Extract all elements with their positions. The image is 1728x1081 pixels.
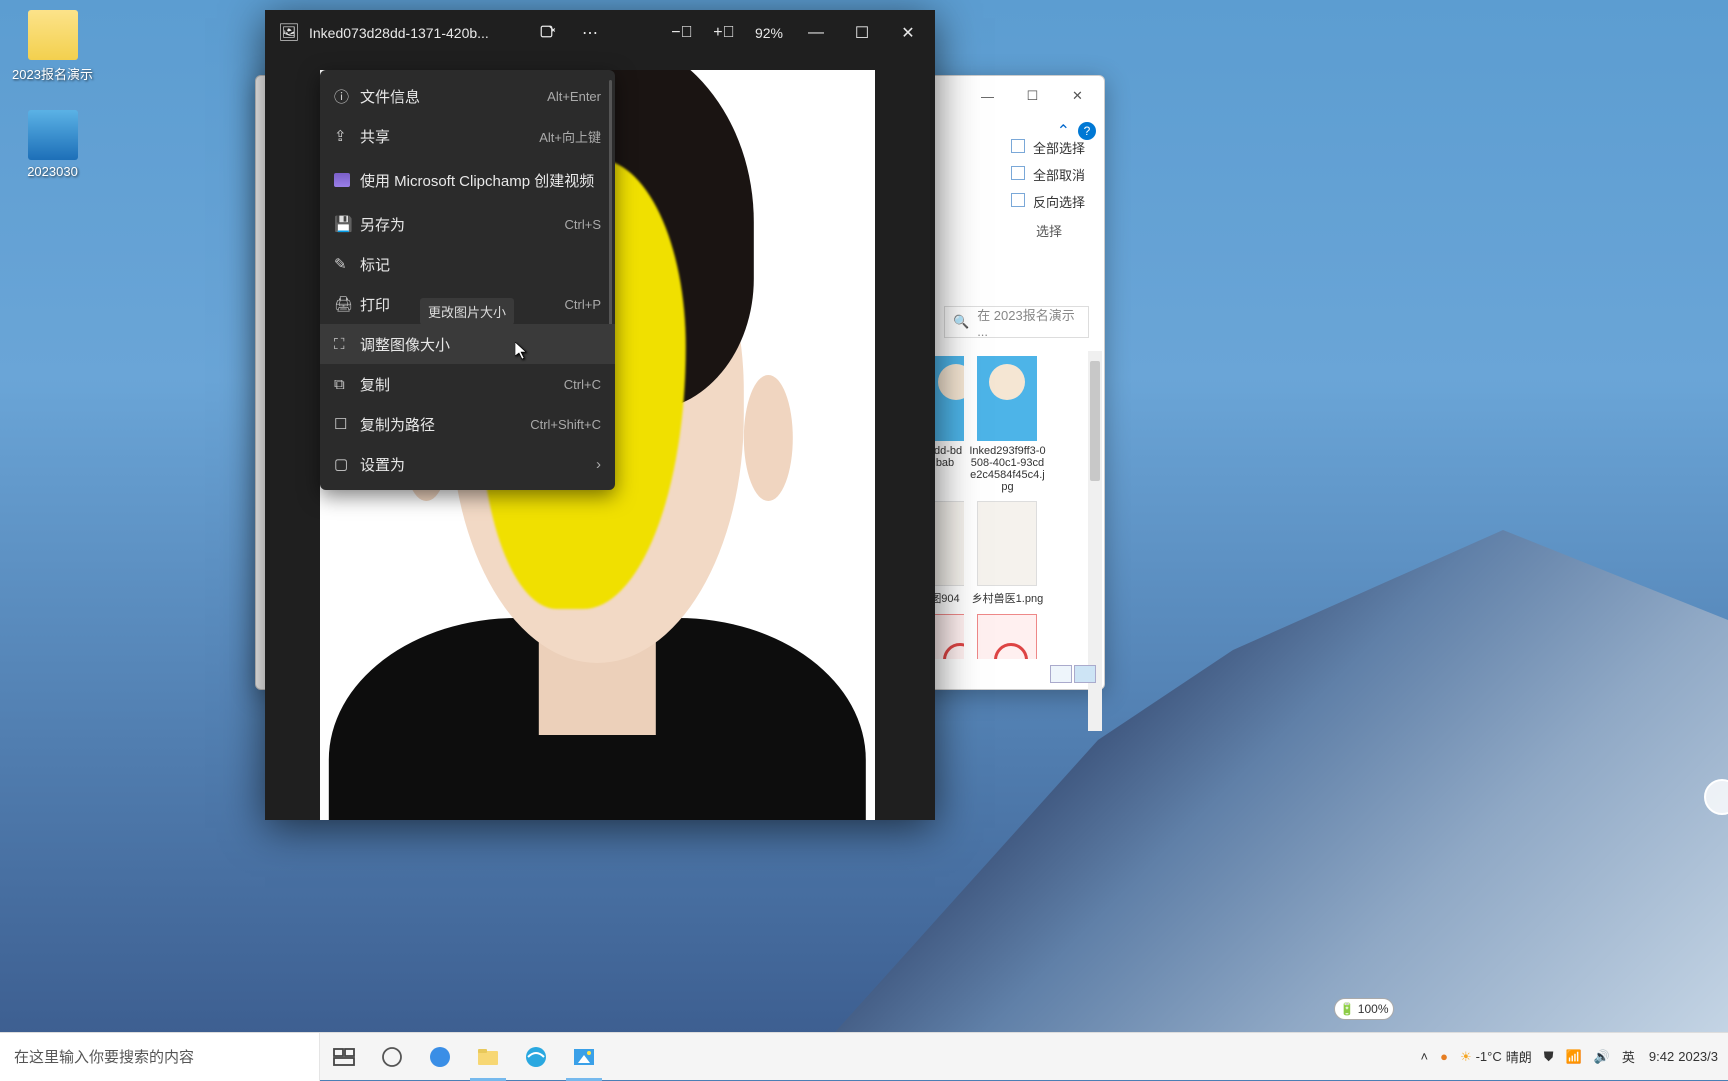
menu-file-info[interactable]: ⓘ 文件信息 Alt+Enter bbox=[320, 76, 615, 116]
menu-clipchamp[interactable]: 使用 Microsoft Clipchamp 创建视频 bbox=[320, 156, 615, 204]
desktop-icon-label: 2023报名演示 bbox=[5, 64, 100, 83]
menu-save-as[interactable]: 💾 另存为 Ctrl+S bbox=[320, 204, 615, 244]
deselect-icon bbox=[1011, 166, 1025, 180]
file-name: 乡村兽医1.png bbox=[968, 590, 1046, 606]
taskbar-browser-icon[interactable] bbox=[512, 1033, 560, 1081]
tray-chevron-icon[interactable]: ˄ bbox=[1414, 1033, 1434, 1080]
menu-share[interactable]: ⇪ 共享 Alt+向上键 bbox=[320, 116, 615, 156]
date: 2023/3 bbox=[1678, 1049, 1718, 1065]
save-icon: 💾 bbox=[334, 215, 360, 233]
image-thumbnail bbox=[977, 614, 1037, 659]
more-menu: ⓘ 文件信息 Alt+Enter ⇪ 共享 Alt+向上键 使用 Microso… bbox=[320, 70, 615, 490]
zoom-level: 92% bbox=[745, 25, 793, 41]
taskbar-edge-icon[interactable] bbox=[416, 1033, 464, 1081]
more-button[interactable]: ⋯ bbox=[569, 17, 611, 49]
tray-wifi-icon[interactable]: 📶 bbox=[1560, 1033, 1588, 1080]
task-icons bbox=[320, 1033, 608, 1080]
weather-widget[interactable]: ☀ -1°C 晴朗 bbox=[1454, 1033, 1538, 1080]
battery-badge: 🔋 100% bbox=[1334, 998, 1394, 1020]
minimize-button[interactable]: — bbox=[793, 17, 839, 49]
folder-icon bbox=[28, 10, 78, 60]
minimize-button[interactable]: — bbox=[965, 81, 1010, 111]
close-button[interactable]: ✕ bbox=[885, 17, 931, 49]
chevron-right-icon: › bbox=[596, 456, 601, 473]
share-icon: ⇪ bbox=[334, 127, 360, 145]
view-thumbnails-button[interactable] bbox=[1074, 665, 1096, 683]
taskbar-photos-icon[interactable] bbox=[560, 1033, 608, 1081]
tray-security-icon[interactable]: ⛊ bbox=[1538, 1033, 1560, 1080]
mouse-cursor bbox=[515, 342, 527, 360]
close-button[interactable]: ✕ bbox=[1055, 81, 1100, 111]
ribbon-select-group: 全部选择 全部取消 反向选择 选择 bbox=[1009, 134, 1089, 240]
file-item[interactable]: 乡村兽医1.png bbox=[968, 501, 1046, 606]
info-icon: ⓘ bbox=[334, 86, 360, 107]
ribbon-deselect-all[interactable]: 全部取消 bbox=[1009, 161, 1089, 188]
file-item[interactable]: Inked293f9ff3-0508-40c1-93cde2c4584f45c4… bbox=[968, 356, 1046, 493]
desktop-icon-label: 2023030 bbox=[5, 164, 100, 179]
image-thumbnail bbox=[977, 501, 1037, 586]
maximize-button[interactable]: ☐ bbox=[1010, 81, 1055, 111]
menu-copy-path[interactable]: ☐ 复制为路径 Ctrl+Shift+C bbox=[320, 404, 615, 444]
view-details-button[interactable] bbox=[1050, 665, 1072, 683]
taskbar-search-input[interactable]: 在这里输入你要搜索的内容 bbox=[0, 1033, 320, 1081]
tray-volume-icon[interactable]: 🔊 bbox=[1588, 1033, 1616, 1080]
taskbar-chat-icon[interactable] bbox=[368, 1033, 416, 1081]
ribbon-select-all[interactable]: 全部选择 bbox=[1009, 134, 1089, 161]
photos-titlebar[interactable]: 🖼 Inked073d28dd-1371-420b... ⋯ −⃝ +⃝ 92%… bbox=[265, 10, 935, 55]
taskbar-explorer-icon[interactable] bbox=[464, 1033, 512, 1081]
invert-icon bbox=[1011, 193, 1025, 207]
maximize-button[interactable]: ☐ bbox=[839, 17, 885, 49]
photos-app-icon[interactable]: 🖼 bbox=[269, 23, 309, 43]
view-mode-buttons bbox=[1050, 665, 1096, 683]
pen-icon: ✎ bbox=[334, 255, 360, 273]
copy-path-icon: ☐ bbox=[334, 415, 360, 433]
zoom-in-button[interactable]: +⃝ bbox=[703, 17, 745, 49]
edit-image-button[interactable] bbox=[527, 17, 569, 49]
search-icon: 🔍 bbox=[953, 314, 969, 330]
task-view-button[interactable] bbox=[320, 1033, 368, 1081]
scrollbar-thumb[interactable] bbox=[1090, 361, 1100, 481]
select-all-icon bbox=[1011, 139, 1025, 153]
clock[interactable]: 9:42 2023/3 bbox=[1641, 1033, 1726, 1080]
menu-resize-image[interactable]: ⛶ 调整图像大小 bbox=[320, 324, 615, 364]
zoom-out-button[interactable]: −⃝ bbox=[661, 17, 703, 49]
search-placeholder: 在 2023报名演示 ... bbox=[977, 305, 1080, 339]
file-item[interactable] bbox=[968, 614, 1046, 659]
file-name: Inked293f9ff3-0508-40c1-93cde2c4584f45c4… bbox=[968, 445, 1046, 493]
menu-set-as[interactable]: ▢ 设置为 › bbox=[320, 444, 615, 484]
video-file-icon bbox=[28, 110, 78, 160]
ime-indicator[interactable]: 英 bbox=[1616, 1033, 1641, 1080]
time: 9:42 bbox=[1649, 1049, 1674, 1065]
menu-markup[interactable]: ✎ 标记 bbox=[320, 244, 615, 284]
menu-copy[interactable]: ⧉ 复制 Ctrl+C bbox=[320, 364, 615, 404]
file-grid: 8dd-bdbab Inked293f9ff3-0508-40c1-93cde2… bbox=[920, 351, 1090, 659]
photos-app-window[interactable]: 🖼 Inked073d28dd-1371-420b... ⋯ −⃝ +⃝ 92%… bbox=[265, 10, 935, 820]
explorer-search-input[interactable]: 🔍 在 2023报名演示 ... bbox=[944, 306, 1089, 338]
resize-icon: ⛶ bbox=[334, 336, 360, 353]
set-as-icon: ▢ bbox=[334, 455, 360, 473]
ribbon-group-label: 选择 bbox=[1009, 221, 1089, 240]
print-icon: 🖨 bbox=[334, 295, 360, 313]
copy-icon: ⧉ bbox=[334, 376, 360, 393]
photo-filename: Inked073d28dd-1371-420b... bbox=[309, 25, 509, 41]
desktop-icon-folder[interactable]: 2023报名演示 bbox=[5, 10, 100, 83]
resize-tooltip: 更改图片大小 bbox=[420, 298, 514, 325]
search-placeholder: 在这里输入你要搜索的内容 bbox=[14, 1046, 194, 1067]
tray-app-icon[interactable]: ● bbox=[1434, 1033, 1454, 1080]
clipchamp-icon bbox=[334, 173, 360, 187]
taskbar: 在这里输入你要搜索的内容 ˄ ● ☀ -1°C 晴朗 ⛊ 📶 🔊 英 9:42 … bbox=[0, 1032, 1728, 1080]
desktop-icon-video[interactable]: 2023030 bbox=[5, 110, 100, 179]
image-thumbnail bbox=[977, 356, 1037, 441]
ribbon-invert-selection[interactable]: 反向选择 bbox=[1009, 188, 1089, 215]
system-tray: ˄ ● ☀ -1°C 晴朗 ⛊ 📶 🔊 英 9:42 2023/3 bbox=[1414, 1033, 1728, 1080]
